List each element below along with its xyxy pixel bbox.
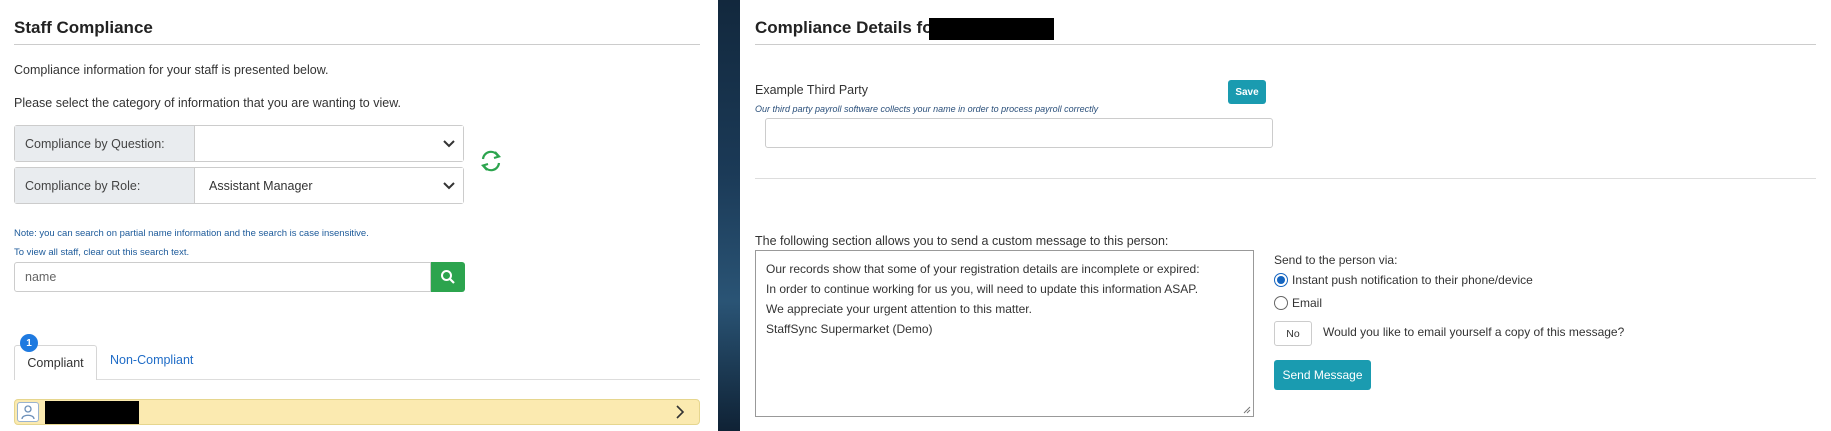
background-strip [718, 0, 740, 431]
send-message-button[interactable]: Send Message [1274, 360, 1371, 390]
search-clear-note: To view all staff, clear out this search… [14, 247, 190, 258]
email-copy-toggle[interactable]: No [1274, 321, 1312, 346]
message-line: We appreciate your urgent attention to t… [766, 302, 1032, 316]
intro-text: Compliance information for your staff is… [14, 63, 329, 77]
push-notification-label: Instant push notification to their phone… [1292, 273, 1533, 287]
name-search-input[interactable]: name [14, 262, 431, 292]
page-title: Staff Compliance [14, 18, 153, 37]
send-via-label: Send to the person via: [1274, 253, 1398, 267]
compliance-by-role-select[interactable]: Assistant Manager [195, 168, 463, 203]
compliant-count-badge: 1 [20, 334, 38, 352]
email-option[interactable]: Email [1274, 296, 1322, 310]
redacted-person-name [929, 18, 1054, 40]
search-icon [441, 270, 455, 284]
save-button[interactable]: Save [1228, 80, 1266, 104]
message-line: In order to continue working for us you,… [766, 282, 1199, 296]
push-notification-radio[interactable] [1274, 273, 1288, 287]
third-party-label: Example Third Party [755, 83, 869, 97]
staff-compliance-panel: Staff Compliance Compliance information … [0, 0, 718, 431]
message-intro: The following section allows you to send… [755, 234, 1169, 248]
staff-list-item[interactable] [14, 399, 700, 425]
search-note: Note: you can search on partial name inf… [14, 228, 369, 239]
custom-message-textarea[interactable]: Our records show that some of your regis… [755, 250, 1254, 417]
chevron-right-icon [676, 405, 685, 419]
resize-handle-icon[interactable] [1243, 406, 1251, 414]
email-radio[interactable] [1274, 296, 1288, 310]
email-label: Email [1292, 296, 1323, 310]
message-line: StaffSync Supermarket (Demo) [766, 322, 933, 336]
compliance-details-panel: Compliance Details for Example Third Par… [740, 0, 1831, 431]
search-button[interactable] [431, 262, 465, 292]
message-line: Our records show that some of your regis… [766, 262, 1200, 276]
tabs-divider [97, 379, 700, 380]
tab-non-compliant[interactable]: Non-Compliant [110, 353, 193, 367]
compliance-by-question-select[interactable] [195, 126, 463, 161]
instruction-text: Please select the category of informatio… [14, 96, 402, 110]
third-party-input[interactable] [765, 118, 1273, 148]
compliance-by-question-row: Compliance by Question: [14, 125, 464, 162]
third-party-description: Our third party payroll software collect… [755, 104, 1099, 114]
email-copy-question: Would you like to email yourself a copy … [1323, 325, 1625, 339]
details-title: Compliance Details for [755, 18, 940, 37]
redacted-staff-name [45, 401, 139, 424]
user-icon [21, 405, 35, 420]
chevron-down-icon [443, 139, 455, 147]
push-notification-option[interactable]: Instant push notification to their phone… [1274, 273, 1533, 287]
chevron-down-icon [443, 181, 455, 189]
compliance-by-role-row: Compliance by Role: Assistant Manager [14, 167, 464, 204]
section-divider [755, 178, 1816, 179]
title-divider [755, 44, 1816, 45]
refresh-icon[interactable] [478, 148, 504, 174]
avatar [17, 402, 39, 422]
compliance-by-question-label: Compliance by Question: [15, 126, 195, 161]
compliance-by-role-label: Compliance by Role: [15, 168, 195, 203]
title-divider [14, 44, 700, 45]
compliance-by-role-value: Assistant Manager [209, 178, 313, 193]
